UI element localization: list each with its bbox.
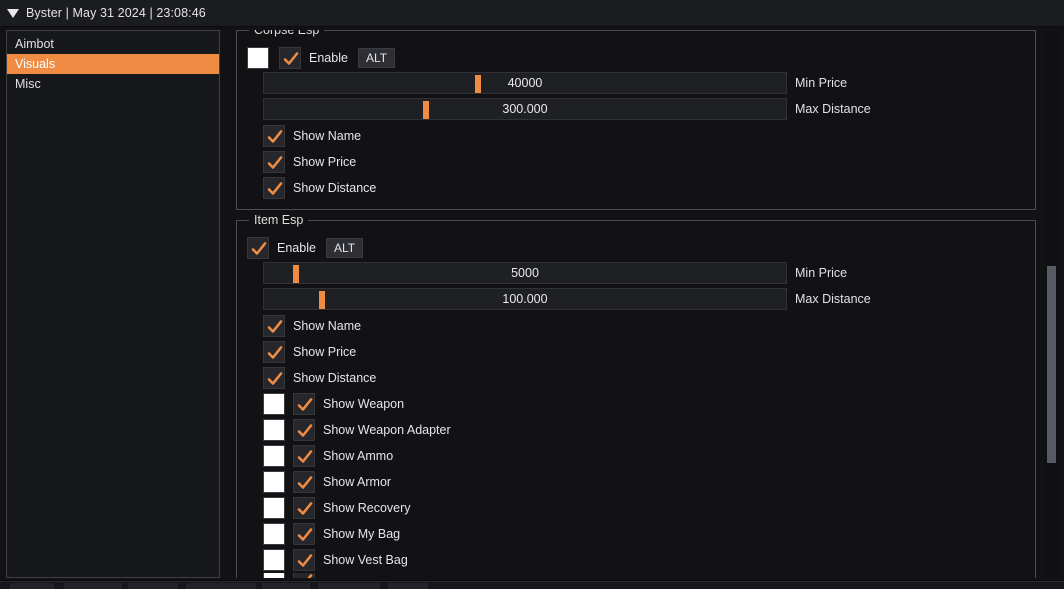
sidebar-item-visuals[interactable]: Visuals bbox=[7, 54, 219, 74]
corpse-esp-enable-row: Enable ALT bbox=[237, 45, 1035, 71]
item-esp-show-vest-bag-row: Show Vest Bag bbox=[237, 547, 1035, 573]
item-esp-show-weapon-adapter-color-swatch[interactable] bbox=[263, 419, 285, 441]
item-esp-show-price-label: Show Price bbox=[293, 345, 357, 359]
item-esp-show-weapon-adapter-checkbox[interactable] bbox=[293, 419, 315, 441]
corpse-esp-show-name-label: Show Name bbox=[293, 129, 362, 143]
item-esp-show-weapon-color-swatch[interactable] bbox=[263, 393, 285, 415]
item-esp-enable-checkbox[interactable] bbox=[247, 237, 269, 259]
item-esp-clipped-color-swatch[interactable] bbox=[263, 573, 285, 578]
item-esp-show-armor-checkbox[interactable] bbox=[293, 471, 315, 493]
item-esp-max-distance-slider[interactable]: 100.000 bbox=[263, 288, 787, 310]
item-esp-show-my-bag-row: Show My Bag bbox=[237, 521, 1035, 547]
window-title: Byster | May 31 2024 | 23:08:46 bbox=[26, 6, 206, 20]
item-esp-show-weapon-label: Show Weapon bbox=[323, 397, 405, 411]
corpse-esp-show-price-label: Show Price bbox=[293, 155, 357, 169]
item-esp-enable-label: Enable bbox=[277, 241, 316, 255]
group-corpse-esp: Corpse Esp Enable ALT 40000 Min Price 30… bbox=[236, 30, 1036, 210]
item-esp-show-armor-color-swatch[interactable] bbox=[263, 471, 285, 493]
corpse-esp-show-price-row: Show Price bbox=[237, 149, 1035, 175]
item-esp-show-recovery-row: Show Recovery bbox=[237, 495, 1035, 521]
scrollbar-thumb[interactable] bbox=[1047, 265, 1056, 463]
item-esp-show-name-row: Show Name bbox=[237, 313, 1035, 339]
item-esp-show-distance-checkbox[interactable] bbox=[263, 367, 285, 389]
group-title-item-esp: Item Esp bbox=[249, 213, 309, 227]
item-esp-show-armor-row: Show Armor bbox=[237, 469, 1035, 495]
item-esp-show-ammo-label: Show Ammo bbox=[323, 449, 394, 463]
item-esp-show-price-checkbox[interactable] bbox=[263, 341, 285, 363]
item-esp-min-price-row: 5000 Min Price bbox=[237, 261, 1035, 285]
corpse-esp-show-distance-label: Show Distance bbox=[293, 181, 377, 195]
item-esp-min-price-label: Min Price bbox=[795, 266, 848, 280]
corpse-esp-max-distance-row: 300.000 Max Distance bbox=[237, 97, 1035, 121]
corpse-esp-min-price-slider[interactable]: 40000 bbox=[263, 72, 787, 94]
corpse-esp-min-price-value: 40000 bbox=[507, 76, 543, 90]
slider-handle[interactable] bbox=[423, 101, 430, 119]
item-esp-min-price-slider[interactable]: 5000 bbox=[263, 262, 787, 284]
sidebar-item-aimbot[interactable]: Aimbot bbox=[7, 34, 219, 54]
corpse-esp-show-distance-row: Show Distance bbox=[237, 175, 1035, 201]
corpse-esp-show-price-checkbox[interactable] bbox=[263, 151, 285, 173]
corpse-esp-min-price-row: 40000 Min Price bbox=[237, 71, 1035, 95]
group-item-esp: Item Esp Enable ALT 5000 Min Price 100.0… bbox=[236, 213, 1036, 578]
item-esp-max-distance-label: Max Distance bbox=[795, 292, 871, 306]
slider-handle[interactable] bbox=[318, 291, 325, 309]
item-esp-show-ammo-row: Show Ammo bbox=[237, 443, 1035, 469]
item-esp-clipped-row bbox=[237, 573, 1035, 578]
corpse-esp-enable-checkbox[interactable] bbox=[279, 47, 301, 69]
slider-handle[interactable] bbox=[475, 75, 482, 93]
backdrop-taskbar bbox=[0, 581, 1064, 589]
item-esp-show-my-bag-color-swatch[interactable] bbox=[263, 523, 285, 545]
cheat-menu-window: Byster | May 31 2024 | 23:08:46 Aimbot V… bbox=[0, 0, 1064, 580]
item-esp-show-my-bag-label: Show My Bag bbox=[323, 527, 401, 541]
settings-pane: Corpse Esp Enable ALT 40000 Min Price 30… bbox=[228, 30, 1058, 578]
item-esp-show-distance-label: Show Distance bbox=[293, 371, 377, 385]
item-esp-show-my-bag-checkbox[interactable] bbox=[293, 523, 315, 545]
item-esp-enable-row: Enable ALT bbox=[237, 235, 1035, 261]
window-body: Aimbot Visuals Misc Corpse Esp Enable AL… bbox=[0, 27, 1064, 580]
item-esp-show-name-label: Show Name bbox=[293, 319, 362, 333]
item-esp-show-vest-bag-label: Show Vest Bag bbox=[323, 553, 408, 567]
item-esp-show-vest-bag-checkbox[interactable] bbox=[293, 549, 315, 571]
item-esp-show-weapon-row: Show Weapon bbox=[237, 391, 1035, 417]
item-esp-hotkey-button[interactable]: ALT bbox=[325, 238, 364, 258]
item-esp-show-vest-bag-color-swatch[interactable] bbox=[263, 549, 285, 571]
corpse-esp-show-distance-checkbox[interactable] bbox=[263, 177, 285, 199]
item-esp-show-distance-row: Show Distance bbox=[237, 365, 1035, 391]
item-esp-show-name-checkbox[interactable] bbox=[263, 315, 285, 337]
corpse-esp-max-distance-slider[interactable]: 300.000 bbox=[263, 98, 787, 120]
item-esp-show-recovery-label: Show Recovery bbox=[323, 501, 411, 515]
sidebar-item-misc[interactable]: Misc bbox=[7, 74, 219, 94]
slider-handle[interactable] bbox=[292, 265, 299, 283]
vertical-scrollbar[interactable] bbox=[1045, 30, 1058, 578]
corpse-esp-max-distance-label: Max Distance bbox=[795, 102, 871, 116]
corpse-esp-hotkey-button[interactable]: ALT bbox=[357, 48, 396, 68]
item-esp-show-weapon-adapter-label: Show Weapon Adapter bbox=[323, 423, 451, 437]
item-esp-show-weapon-adapter-row: Show Weapon Adapter bbox=[237, 417, 1035, 443]
corpse-esp-color-swatch[interactable] bbox=[247, 47, 269, 69]
group-title-corpse-esp: Corpse Esp bbox=[249, 30, 325, 37]
item-esp-show-recovery-checkbox[interactable] bbox=[293, 497, 315, 519]
corpse-esp-min-price-label: Min Price bbox=[795, 76, 848, 90]
corpse-esp-show-name-checkbox[interactable] bbox=[263, 125, 285, 147]
item-esp-show-armor-label: Show Armor bbox=[323, 475, 392, 489]
item-esp-show-weapon-checkbox[interactable] bbox=[293, 393, 315, 415]
corpse-esp-show-name-row: Show Name bbox=[237, 123, 1035, 149]
item-esp-clipped-checkbox[interactable] bbox=[293, 573, 315, 578]
title-bar: Byster | May 31 2024 | 23:08:46 bbox=[0, 0, 1064, 27]
item-esp-show-price-row: Show Price bbox=[237, 339, 1035, 365]
item-esp-min-price-value: 5000 bbox=[511, 266, 539, 280]
application-root: Byster | May 31 2024 | 23:08:46 Aimbot V… bbox=[0, 0, 1064, 589]
item-esp-show-ammo-color-swatch[interactable] bbox=[263, 445, 285, 467]
item-esp-max-distance-row: 100.000 Max Distance bbox=[237, 287, 1035, 311]
item-esp-show-recovery-color-swatch[interactable] bbox=[263, 497, 285, 519]
corpse-esp-max-distance-value: 300.000 bbox=[502, 102, 548, 116]
item-esp-show-ammo-checkbox[interactable] bbox=[293, 445, 315, 467]
item-esp-max-distance-value: 100.000 bbox=[502, 292, 548, 306]
corpse-esp-enable-label: Enable bbox=[309, 51, 348, 65]
sidebar: Aimbot Visuals Misc bbox=[6, 30, 220, 578]
triangle-down-icon[interactable] bbox=[0, 8, 26, 18]
